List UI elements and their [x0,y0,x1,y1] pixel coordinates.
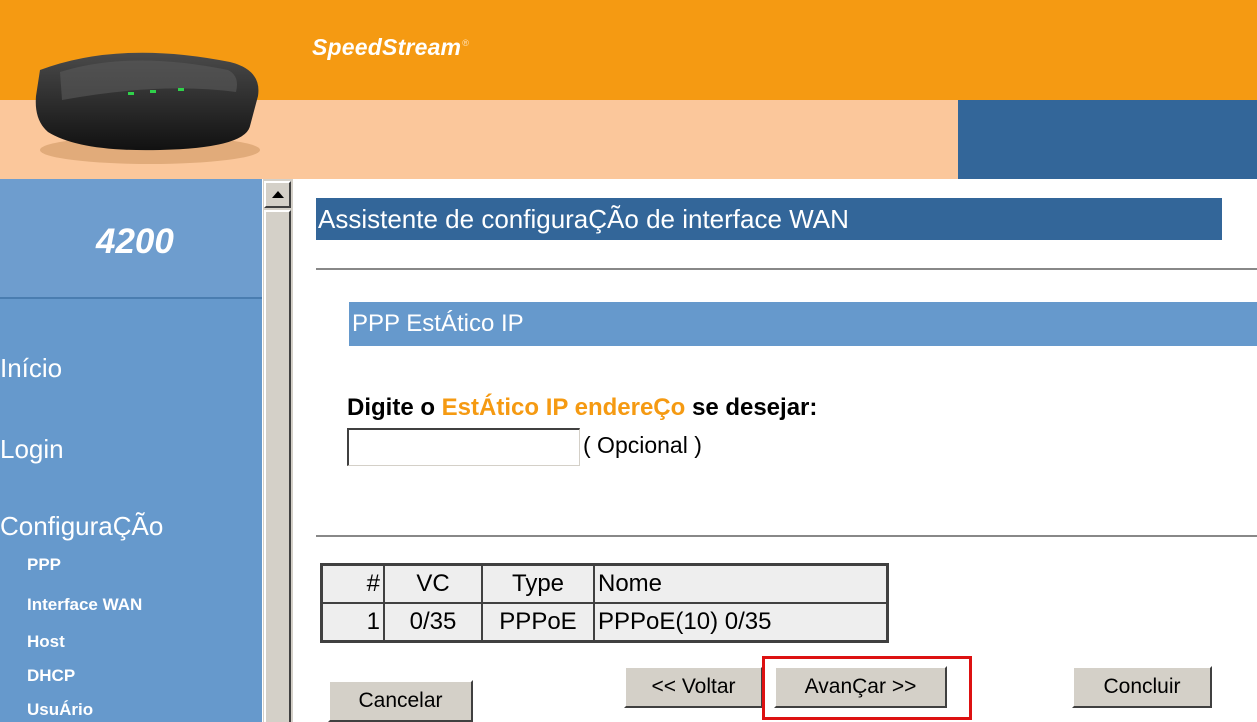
scroll-up-button[interactable] [264,181,291,208]
nav-subitem-host[interactable]: Host [27,632,65,652]
brand-name: SpeedStream [312,34,462,60]
prompt-after: se desejar: [685,394,818,421]
finish-button[interactable]: Concluir [1072,666,1212,708]
cell-type: PPPoE [482,603,594,641]
cancel-button[interactable]: Cancelar [328,680,473,722]
sidebar-divider [0,297,262,299]
static-ip-input[interactable] [347,428,580,466]
vc-table: # VC Type Nome 1 0/35 PPPoE PPPoE(10) 0/… [320,563,889,643]
nav-subitem-interface-wan[interactable]: Interface WAN [27,595,142,615]
table-header-row: # VC Type Nome [322,565,887,603]
header-nome: Nome [594,565,887,603]
nav-item-inicio[interactable]: Início [0,353,62,384]
nav-item-configuracao[interactable]: ConfiguraÇÃo [0,511,163,542]
header-index: # [322,565,384,603]
back-button[interactable]: << Voltar [624,666,763,708]
nav-item-login[interactable]: Login [0,434,64,465]
ip-prompt: Digite o EstÁtico IP endereÇo se desejar… [347,394,817,422]
header-vc: VC [384,565,482,603]
nav-subitem-ppp[interactable]: PPP [27,555,61,575]
prompt-highlight: EstÁtico IP endereÇo [441,394,686,421]
registered-mark: ® [462,38,470,49]
section-title: PPP EstÁtico IP [349,302,1257,346]
scroll-thumb[interactable] [264,210,291,722]
brand-logo: SpeedStream® [312,34,469,61]
modem-image [35,52,260,164]
header-type: Type [482,565,594,603]
nav-subitem-usuario[interactable]: UsuÁrio [27,700,93,720]
table-row: 1 0/35 PPPoE PPPoE(10) 0/35 [322,603,887,641]
model-number: 4200 [96,222,174,261]
page-title: Assistente de configuraÇÃo de interface … [316,198,1222,240]
arrow-up-icon [272,191,284,198]
cell-vc: 0/35 [384,603,482,641]
divider-bottom [316,535,1257,537]
cell-nome: PPPoE(10) 0/35 [594,603,887,641]
highlight-annotation [762,656,972,720]
nav-subitem-dhcp[interactable]: DHCP [27,666,75,686]
optional-label: ( Opcional ) [583,432,702,458]
cell-index: 1 [322,603,384,641]
divider-top [316,268,1257,270]
prompt-before: Digite o [347,394,442,421]
header-blue-panel [958,100,1257,179]
